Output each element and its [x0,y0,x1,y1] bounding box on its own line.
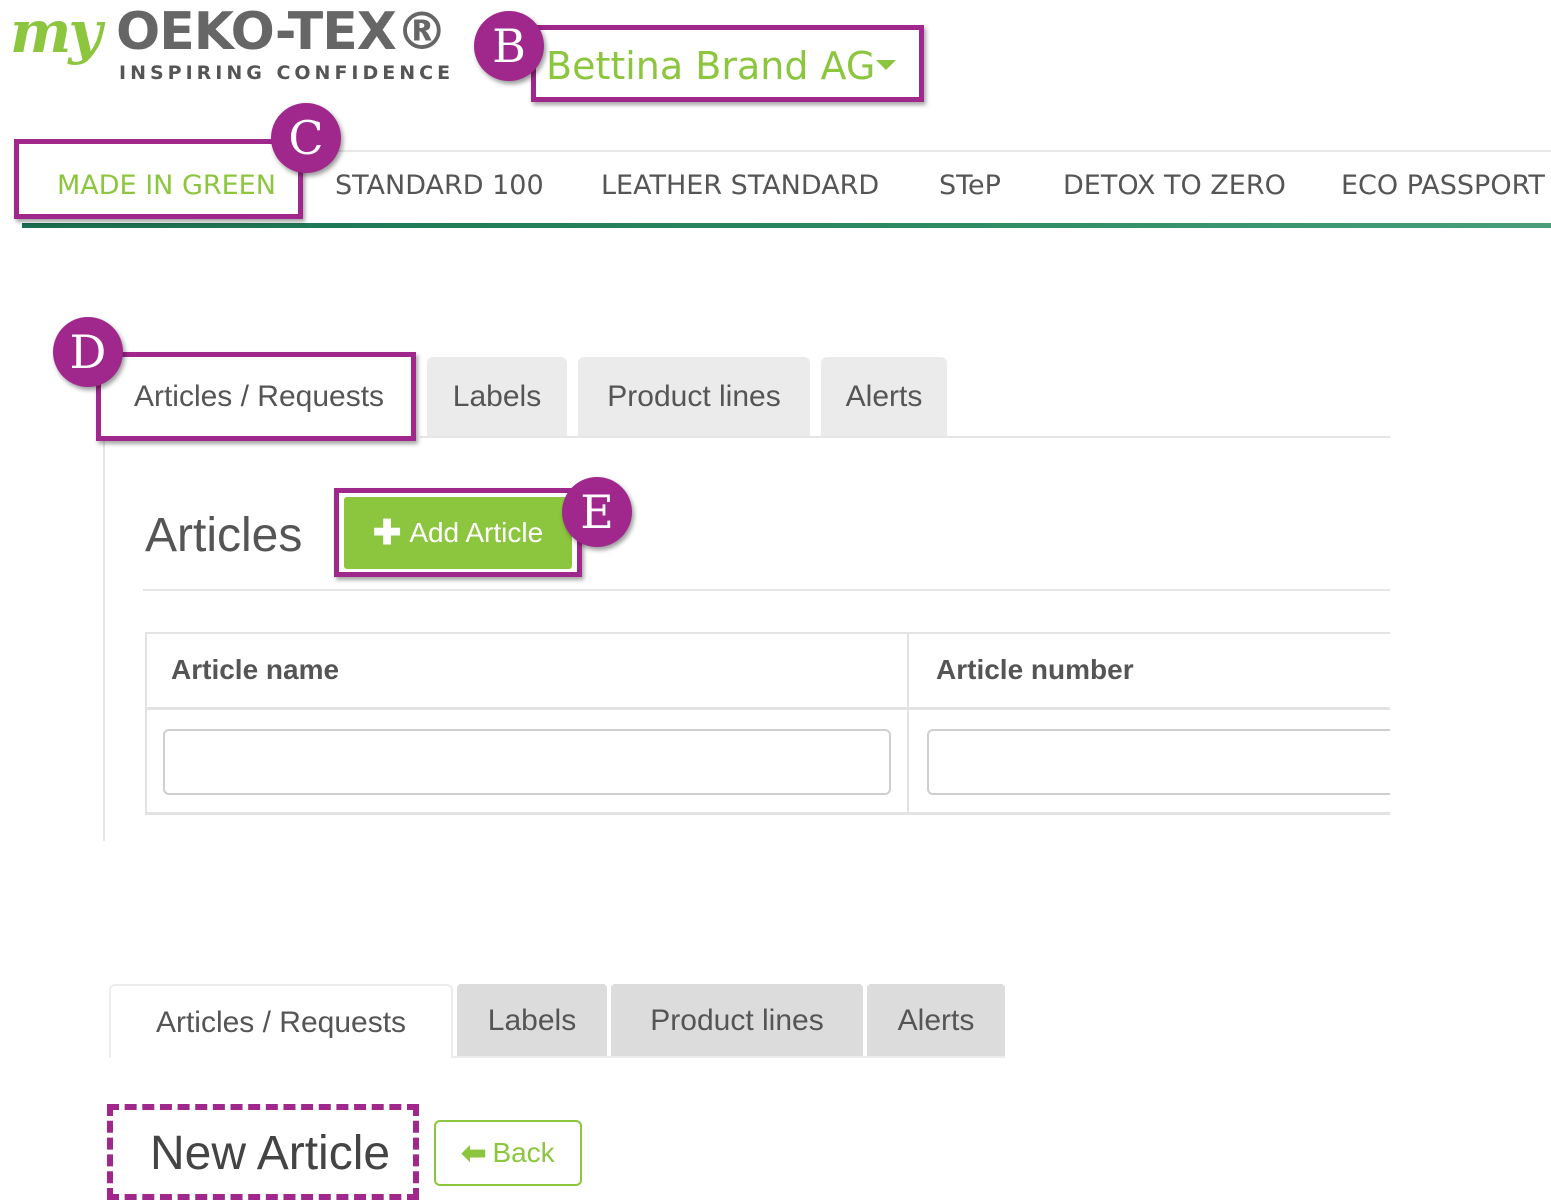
tabs-border-2 [452,1056,1005,1058]
tab-product-lines-2[interactable]: Product lines [611,984,863,1058]
article-number-filter-input[interactable] [927,729,1397,795]
articles-title: Articles [145,509,303,562]
tab-product-lines[interactable]: Product lines [578,357,810,437]
back-button[interactable]: ⬅ Back [434,1120,582,1186]
tab-labels-2[interactable]: Labels [457,984,607,1058]
article-name-filter-input[interactable] [163,729,891,795]
nav-step[interactable]: STeP [939,170,1001,201]
nav-leather-standard[interactable]: LEATHER STANDARD [601,170,879,201]
back-label: Back [492,1137,555,1168]
nav-top-border [300,150,1551,152]
annotation-badge-c: C [271,103,341,173]
nav-eco-passport[interactable]: ECO PASSPORT [1341,170,1545,201]
annotation-badge-b: B [474,11,544,81]
arrow-left-icon: ⬅ [461,1136,487,1170]
table-column-separator [907,632,909,815]
column-header-article-name[interactable]: Article name [171,654,339,686]
logo-tagline: INSPIRING CONFIDENCE [119,62,455,84]
tab-alerts-2[interactable]: Alerts [867,984,1005,1058]
column-header-article-number[interactable]: Article number [936,654,1134,686]
table-header-separator [145,707,1390,710]
annotation-badge-d: D [53,317,123,387]
annotation-box-new-article [107,1104,419,1200]
nav-standard-100[interactable]: STANDARD 100 [335,170,544,201]
tab-articles-requests-2[interactable]: Articles / Requests [109,984,453,1058]
divider [143,589,1390,591]
tab-alerts[interactable]: Alerts [821,357,947,437]
logo-my: my [10,0,102,66]
panel-border [103,436,105,841]
annotation-badge-e: E [562,477,632,547]
annotation-box-e [334,488,582,577]
annotation-box-c [14,139,303,219]
crop-mask [1390,600,1551,860]
tabs-border [420,436,1390,438]
annotation-box-b [531,25,924,102]
logo-oeko-tex: OEKO-TEX® [116,2,448,62]
tab-labels[interactable]: Labels [427,357,567,437]
annotation-box-d [96,352,416,441]
nav-underline [22,223,1551,228]
nav-detox-to-zero[interactable]: DETOX TO ZERO [1063,170,1286,201]
